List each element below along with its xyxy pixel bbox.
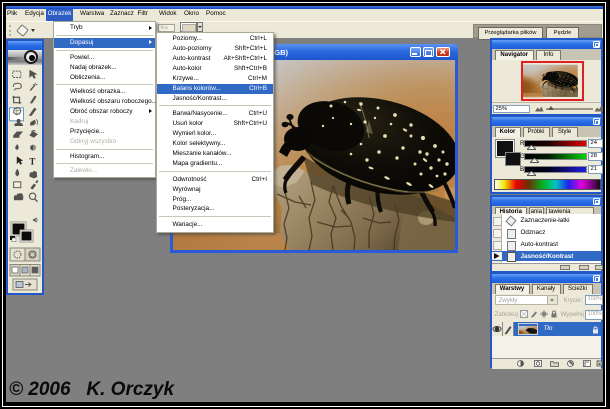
svg-text:T: T (29, 156, 35, 166)
